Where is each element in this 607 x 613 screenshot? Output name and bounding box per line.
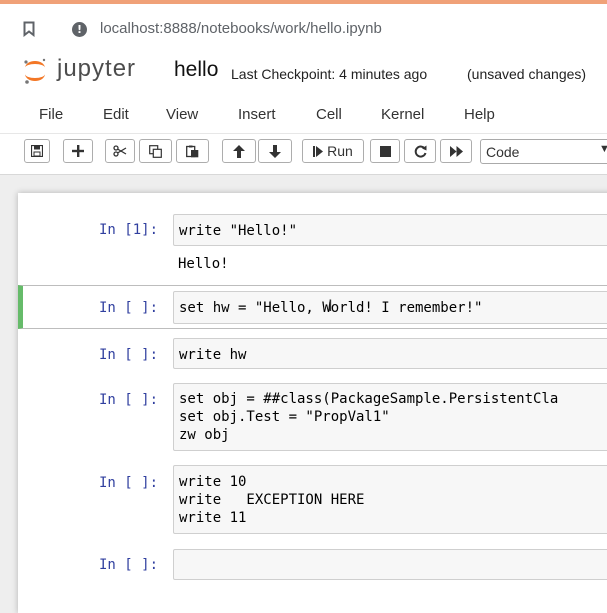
menu-bar: File Edit View Insert Cell Kernel Help: [0, 96, 607, 134]
notebook-title[interactable]: hello: [174, 58, 218, 82]
copy-button[interactable]: [139, 139, 172, 163]
menu-edit[interactable]: Edit: [103, 106, 129, 123]
save-icon: [31, 145, 43, 157]
cell-input[interactable]: write 10 write EXCEPTION HERE write 11: [173, 465, 607, 534]
cell-output: Hello!: [178, 256, 229, 272]
move-down-button[interactable]: [258, 139, 292, 163]
cell-code[interactable]: write hw: [179, 346, 246, 364]
cell-prompt: In [ ]:: [99, 300, 159, 316]
cell-prompt: In [ ]:: [99, 392, 159, 408]
run-button[interactable]: Run: [302, 139, 364, 163]
chevron-down-icon: ▼: [599, 143, 607, 155]
cell-code[interactable]: write "Hello!": [179, 222, 297, 240]
cell-input[interactable]: set obj = ##class(PackageSample.Persiste…: [173, 383, 607, 451]
stop-icon: [379, 145, 391, 157]
restart-run-all-button[interactable]: [440, 139, 472, 163]
text-cursor-icon: I: [328, 296, 333, 315]
arrow-up-icon: [233, 144, 245, 158]
jupyter-logo-icon[interactable]: [20, 56, 50, 86]
code-cell[interactable]: In [ ]: write 10 write EXCEPTION HERE wr…: [18, 461, 607, 537]
cell-code[interactable]: set obj = ##class(PackageSample.Persiste…: [179, 390, 558, 444]
move-up-button[interactable]: [222, 139, 256, 163]
code-cell[interactable]: In [1]: write "Hello!" Hello!: [18, 210, 607, 282]
cell-input[interactable]: [173, 549, 607, 580]
checkpoint-status: Last Checkpoint: 4 minutes ago: [231, 66, 428, 82]
menu-help[interactable]: Help: [464, 106, 495, 123]
menu-cell[interactable]: Cell: [316, 106, 342, 123]
cell-code[interactable]: write 10 write EXCEPTION HERE write 11: [179, 473, 364, 527]
menu-view[interactable]: View: [166, 106, 198, 123]
save-button[interactable]: [24, 139, 50, 163]
code-cell[interactable]: In [ ]: set obj = ##class(PackageSample.…: [18, 378, 607, 452]
cell-prompt: In [ ]:: [99, 475, 159, 491]
cell-input[interactable]: write hw: [173, 338, 607, 369]
paste-button[interactable]: [176, 139, 209, 163]
fast-forward-icon: [449, 145, 463, 157]
cell-type-value: Code: [486, 144, 520, 160]
arrow-down-icon: [269, 144, 281, 158]
copy-icon: [149, 144, 162, 158]
insert-cell-button[interactable]: [63, 139, 93, 163]
menu-insert[interactable]: Insert: [238, 106, 276, 123]
cell-input[interactable]: write "Hello!": [173, 214, 607, 246]
cell-type-select[interactable]: Code ▼: [480, 139, 607, 164]
cell-prompt: In [1]:: [99, 222, 159, 238]
restart-icon: [414, 145, 427, 158]
cell-input[interactable]: set hw = "Hello, World! I remember!": [173, 291, 607, 324]
code-cell[interactable]: In [ ]:: [18, 545, 607, 585]
cut-button[interactable]: [105, 139, 135, 163]
site-info-icon[interactable]: !: [72, 22, 87, 37]
step-forward-icon: [313, 145, 324, 157]
cell-prompt: In [ ]:: [99, 347, 159, 363]
url-text[interactable]: localhost:8888/notebooks/work/hello.ipyn…: [100, 20, 382, 37]
jupyter-logo-text[interactable]: jupyter: [57, 55, 136, 83]
toolbar: Run Code ▼: [0, 134, 607, 175]
restart-kernel-button[interactable]: [404, 139, 436, 163]
menu-file[interactable]: File: [39, 106, 63, 123]
scissors-icon: [113, 145, 127, 157]
bookmark-icon[interactable]: [23, 21, 35, 42]
unsaved-status: (unsaved changes): [467, 66, 587, 82]
notebook-container: In [1]: write "Hello!" Hello! In [ ]: se…: [18, 193, 607, 613]
notebook-header: jupyter hello Last Checkpoint: 4 minutes…: [0, 46, 607, 96]
paste-icon: [186, 145, 199, 158]
interrupt-kernel-button[interactable]: [370, 139, 400, 163]
browser-address-bar[interactable]: ! localhost:8888/notebooks/work/hello.ip…: [0, 4, 607, 46]
plus-icon: [72, 145, 84, 157]
code-cell-selected[interactable]: In [ ]: set hw = "Hello, World! I rememb…: [18, 285, 607, 329]
menu-kernel[interactable]: Kernel: [381, 106, 424, 123]
code-cell[interactable]: In [ ]: write hw: [18, 333, 607, 371]
cell-prompt: In [ ]:: [99, 557, 159, 573]
run-label: Run: [327, 143, 353, 159]
